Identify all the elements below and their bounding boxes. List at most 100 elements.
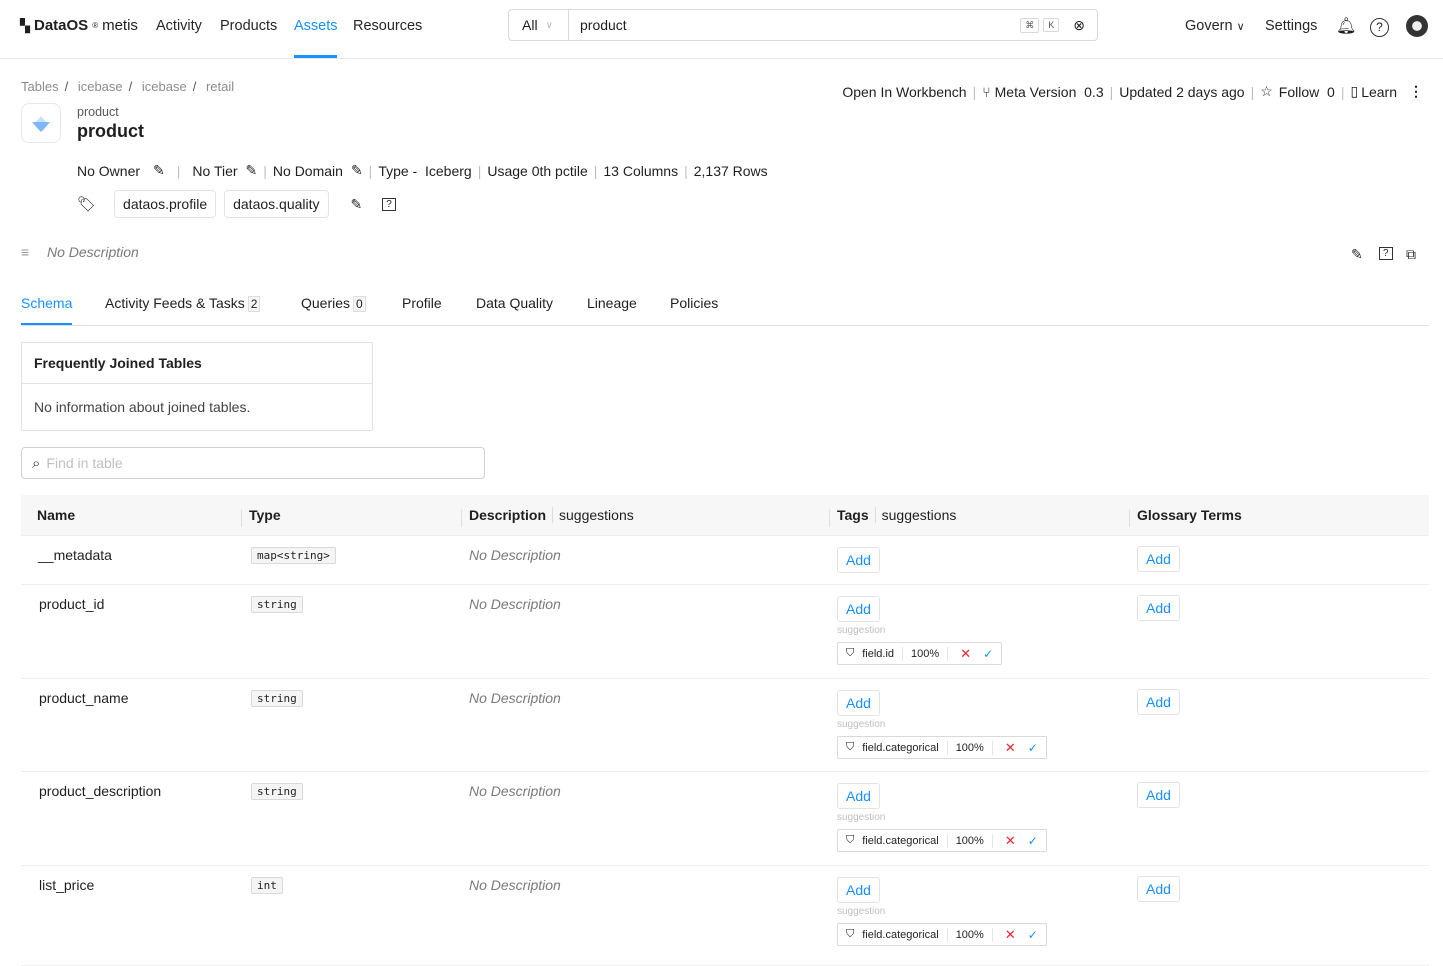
kbd-cmd: ⌘ — [1020, 17, 1040, 33]
chevron-down-icon: ∨ — [545, 19, 553, 31]
tag-suggestion: ⛉ field.categorical 100% ✕ ✓ — [837, 736, 1047, 759]
table-row: __metadata map<string> No Description Ad… — [21, 536, 1429, 585]
search-scope-select[interactable]: All ∨ — [509, 10, 569, 40]
column-type: string — [251, 596, 303, 613]
breadcrumb-item[interactable]: Tables — [21, 79, 59, 94]
nav-activity[interactable]: Activity — [156, 18, 202, 34]
suggestion-label: suggestion — [837, 719, 886, 730]
active-nav-indicator — [294, 55, 337, 58]
reject-suggestion-icon[interactable]: ✕ — [1005, 927, 1016, 943]
tag-suggestion: ⛉ field.categorical 100% ✕ ✓ — [837, 829, 1047, 852]
clear-icon[interactable]: ⊗ — [1073, 17, 1085, 34]
table-header: Name Type Description suggestions Tags sug… — [21, 495, 1429, 536]
tag-suggestion: ⛉ field.id 100% ✕ ✓ — [837, 642, 1003, 665]
frequently-joined-tables: Frequently Joined Tables No information … — [21, 342, 373, 431]
bell-icon[interactable]: 🔔︎ — [1336, 16, 1356, 36]
reject-suggestion-icon[interactable]: ✕ — [960, 646, 971, 662]
chevron-down-icon: ∨ — [1236, 21, 1245, 33]
nav-resources[interactable]: Resources — [353, 18, 422, 34]
shield-icon: ⛉ — [846, 928, 855, 940]
column-name: product_description — [39, 783, 162, 799]
suggestion-label: suggestion — [837, 812, 886, 823]
add-glossary-term-button[interactable]: Add — [1137, 546, 1180, 572]
nav-assets[interactable]: Assets — [294, 18, 338, 34]
find-in-table-input[interactable]: ⌕ Find in table — [21, 447, 485, 479]
add-tag-button[interactable]: Add — [837, 783, 880, 809]
column-description: No Description — [469, 596, 561, 612]
add-glossary-term-button[interactable]: Add — [1137, 689, 1180, 715]
logo[interactable]: ▚ DataOS ® metis — [20, 17, 138, 34]
open-workbench-link[interactable]: Open In Workbench — [842, 84, 966, 100]
add-glossary-term-button[interactable]: Add — [1137, 595, 1180, 621]
joined-title: Frequently Joined Tables — [22, 343, 372, 384]
breadcrumb-item[interactable]: retail — [206, 79, 234, 94]
govern-menu[interactable]: Govern ∨ — [1185, 18, 1245, 34]
request-tags-icon[interactable]: ? — [382, 197, 396, 211]
breadcrumb-item[interactable]: icebase — [78, 79, 123, 94]
column-description: No Description — [469, 690, 561, 706]
tab-schema[interactable]: Schema — [21, 295, 73, 325]
entity-description: No Description — [47, 244, 139, 260]
tab-activity-feeds[interactable]: Activity Feeds & Tasks 2 — [105, 295, 261, 312]
tab-data-quality[interactable]: Data Quality — [476, 295, 553, 311]
add-tag-button[interactable]: Add — [837, 547, 880, 573]
updated-text: Updated 2 days ago — [1119, 83, 1245, 100]
column-type: map<string> — [251, 547, 336, 564]
column-type: int — [251, 877, 283, 894]
help-icon[interactable]: ? — [1370, 18, 1389, 37]
accept-suggestion-icon[interactable]: ✓ — [1028, 928, 1038, 942]
tag-chip[interactable]: dataos.profile — [114, 190, 217, 218]
iceberg-icon — [21, 103, 61, 143]
accept-suggestion-icon[interactable]: ✓ — [1028, 834, 1038, 848]
settings-link[interactable]: Settings — [1265, 18, 1317, 34]
accept-suggestion-icon[interactable]: ✓ — [983, 647, 993, 661]
column-description: No Description — [469, 783, 561, 799]
add-tag-button[interactable]: Add — [837, 877, 880, 903]
conversation-icon[interactable]: ⧉ — [1406, 246, 1416, 263]
add-glossary-term-button[interactable]: Add — [1137, 782, 1180, 808]
tab-queries[interactable]: Queries 0 — [301, 295, 366, 312]
global-search: All ∨ product ⌘ K ⊗ — [508, 9, 1098, 41]
search-icon: ⌕ — [32, 454, 41, 472]
branch-icon: ⑂ — [982, 83, 991, 100]
description-icon: ≡ — [21, 244, 30, 260]
tab-policies[interactable]: Policies — [670, 295, 718, 311]
nav-products[interactable]: Products — [220, 18, 277, 34]
more-icon[interactable]: ⋮ — [1409, 83, 1423, 100]
search-input[interactable]: product ⌘ K ⊗ — [569, 10, 1097, 40]
learn-link[interactable]: Learn — [1361, 84, 1397, 100]
add-tag-button[interactable]: Add — [837, 596, 880, 622]
avatar[interactable] — [1406, 15, 1428, 37]
tab-profile[interactable]: Profile — [402, 295, 442, 311]
edit-tier-icon[interactable]: ✎ — [246, 162, 258, 179]
shield-icon: ⛉ — [846, 834, 855, 846]
table-row: product_name string No Description Add A… — [21, 679, 1429, 772]
reject-suggestion-icon[interactable]: ✕ — [1005, 833, 1016, 849]
breadcrumb-item[interactable]: icebase — [142, 79, 187, 94]
reject-suggestion-icon[interactable]: ✕ — [1005, 740, 1016, 756]
shield-icon: ⛉ — [846, 741, 855, 753]
column-description: No Description — [469, 877, 561, 893]
add-glossary-term-button[interactable]: Add — [1137, 876, 1180, 902]
edit-owner-icon[interactable]: ✎ — [153, 162, 165, 179]
edit-description-icon[interactable]: ✎ — [1351, 246, 1363, 263]
edit-tags-icon[interactable]: ✎ — [351, 196, 363, 213]
request-description-icon[interactable]: ? — [1379, 247, 1393, 260]
shield-icon: ⛉ — [846, 647, 855, 659]
column-name: product_name — [39, 690, 129, 706]
table-row: product_id string No Description Add Add… — [21, 585, 1429, 679]
column-name: product_id — [39, 596, 105, 612]
page-title: product — [77, 121, 144, 141]
tab-lineage[interactable]: Lineage — [587, 295, 637, 311]
star-icon[interactable]: ☆ — [1260, 83, 1273, 100]
accept-suggestion-icon[interactable]: ✓ — [1028, 741, 1038, 755]
entity-properties: No Owner ✎ | No Tier ✎ | No Domain ✎ | Type - … — [77, 162, 768, 179]
tags-row: 🏷︎ dataos.profile dataos.quality ✎ ? — [77, 190, 396, 218]
suggestion-label: suggestion — [837, 906, 886, 917]
follow-button[interactable]: Follow — [1279, 84, 1319, 100]
column-name: list_price — [39, 877, 95, 893]
add-tag-button[interactable]: Add — [837, 690, 880, 716]
column-name: __metadata — [38, 547, 112, 563]
edit-domain-icon[interactable]: ✎ — [351, 162, 363, 179]
tag-chip[interactable]: dataos.quality — [224, 190, 329, 218]
